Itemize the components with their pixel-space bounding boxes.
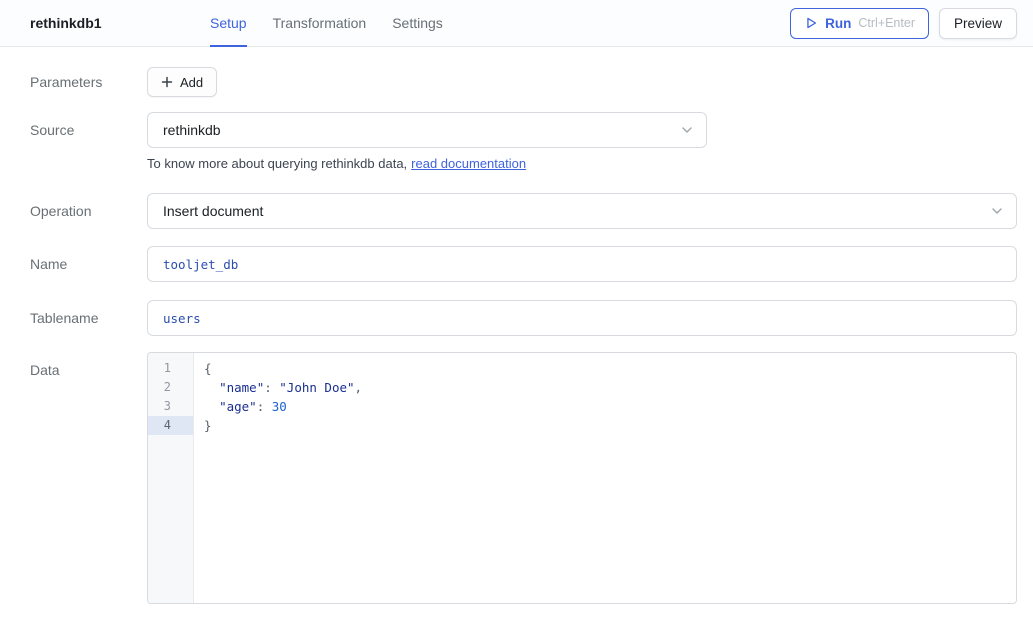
gutter-line-number-active: 4 [148, 416, 193, 435]
code-token: } [204, 418, 212, 433]
source-select-value: rethinkdb [163, 122, 221, 138]
code-line: } [204, 416, 1006, 435]
name-input[interactable] [147, 246, 1017, 282]
editor-gutter: 1 2 3 4 [148, 353, 194, 603]
plus-icon [161, 76, 173, 88]
run-button-label: Run [825, 16, 851, 31]
query-setup-form: Parameters Add Source rethinkdb To know … [0, 47, 1033, 604]
code-line: { [204, 359, 1006, 378]
tab-settings[interactable]: Settings [392, 0, 443, 47]
code-token: 30 [272, 399, 287, 414]
parameters-row: Parameters Add [30, 67, 1017, 97]
code-token: "age" [219, 399, 257, 414]
tablename-input[interactable] [147, 300, 1017, 336]
preview-button[interactable]: Preview [939, 8, 1017, 39]
data-code-editor[interactable]: 1 2 3 4 { "name": "John Doe", "age": 30 … [147, 352, 1017, 604]
operation-select-value: Insert document [163, 203, 263, 219]
source-select[interactable]: rethinkdb [147, 112, 707, 148]
code-line: "age": 30 [204, 397, 1006, 416]
run-shortcut-hint: Ctrl+Enter [858, 16, 915, 30]
code-indent [204, 399, 219, 414]
operation-select[interactable]: Insert document [147, 193, 1017, 229]
source-label: Source [30, 112, 147, 171]
source-help-prefix: To know more about querying rethinkdb da… [147, 156, 407, 171]
header-actions: Run Ctrl+Enter Preview [790, 8, 1017, 39]
data-label: Data [30, 352, 147, 604]
code-token: : [264, 380, 272, 395]
editor-code-area[interactable]: { "name": "John Doe", "age": 30 } [194, 353, 1016, 603]
run-button[interactable]: Run Ctrl+Enter [790, 8, 929, 39]
preview-button-label: Preview [954, 16, 1002, 31]
code-space [264, 399, 272, 414]
tab-settings-label: Settings [392, 15, 443, 31]
operation-row: Operation Insert document [30, 193, 1017, 229]
tab-setup-label: Setup [210, 15, 247, 31]
name-label: Name [30, 246, 147, 282]
tab-transformation[interactable]: Transformation [273, 0, 367, 47]
source-help-text: To know more about querying rethinkdb da… [147, 156, 1017, 171]
name-row: Name [30, 246, 1017, 282]
code-line: "name": "John Doe", [204, 378, 1006, 397]
code-token: "name" [219, 380, 264, 395]
code-token: , [355, 380, 363, 395]
code-indent [204, 380, 219, 395]
gutter-line-number: 3 [148, 397, 193, 416]
source-row: Source rethinkdb To know more about quer… [30, 112, 1017, 171]
gutter-line-number: 1 [148, 359, 193, 378]
code-token: "John Doe" [279, 380, 354, 395]
query-name: rethinkdb1 [30, 15, 210, 31]
parameters-label: Parameters [30, 67, 147, 97]
editor-tabs: Setup Transformation Settings [210, 0, 443, 47]
read-documentation-link[interactable]: read documentation [411, 156, 526, 171]
tab-transformation-label: Transformation [273, 15, 367, 31]
data-row: Data 1 2 3 4 { "name": "John Doe", "age"… [30, 352, 1017, 604]
tablename-row: Tablename [30, 300, 1017, 336]
query-editor-header: rethinkdb1 Setup Transformation Settings… [0, 0, 1033, 47]
chevron-down-icon [989, 203, 1005, 219]
gutter-line-number: 2 [148, 378, 193, 397]
operation-label: Operation [30, 193, 147, 229]
chevron-down-icon [679, 122, 695, 138]
code-token: { [204, 361, 212, 376]
add-parameter-label: Add [180, 75, 203, 90]
tablename-label: Tablename [30, 300, 147, 336]
add-parameter-button[interactable]: Add [147, 67, 217, 97]
play-icon [804, 16, 818, 30]
tab-setup[interactable]: Setup [210, 0, 247, 47]
